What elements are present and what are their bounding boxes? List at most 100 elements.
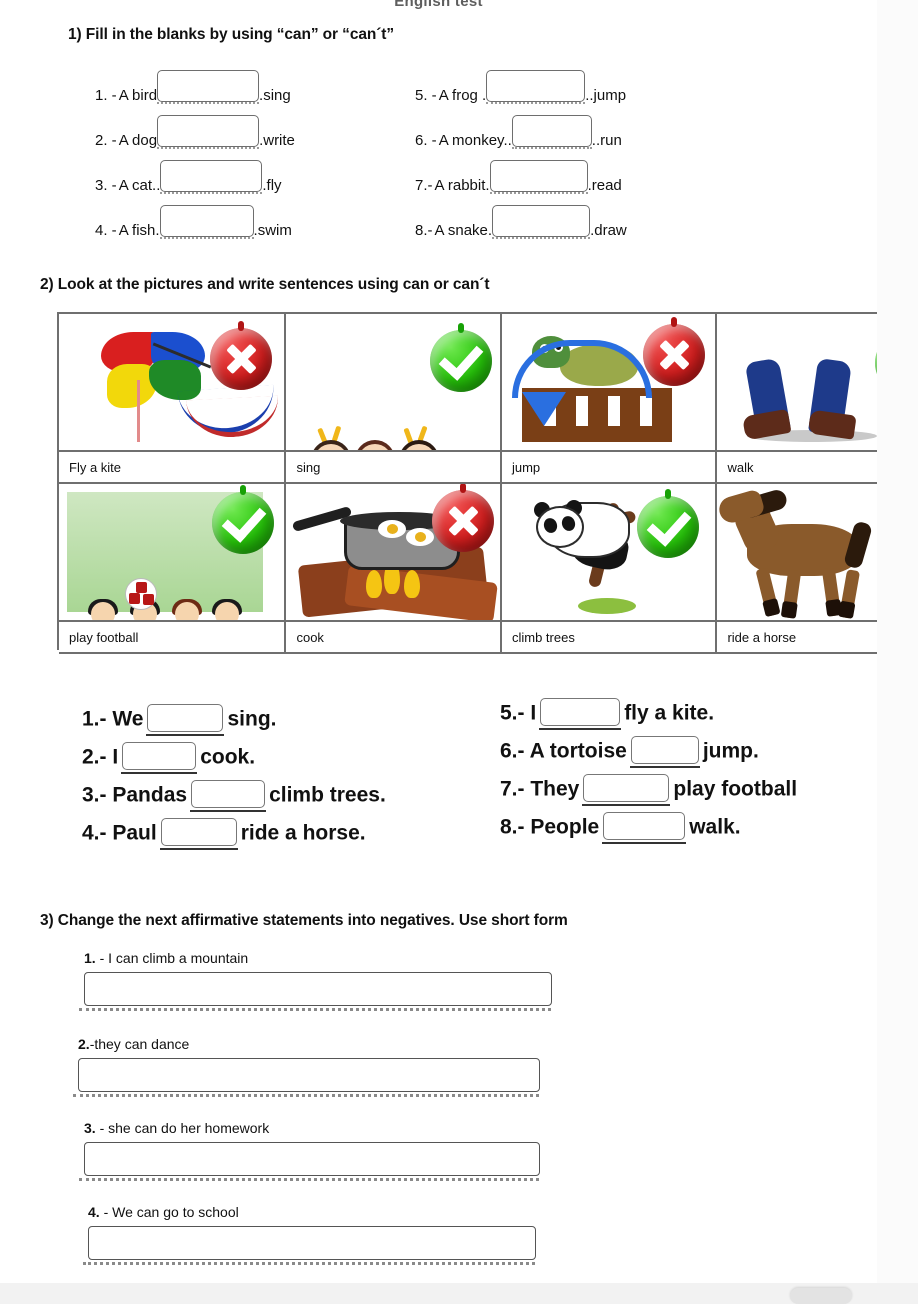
blank-answer-field[interactable] [157,70,260,104]
green-check-icon [429,323,492,392]
dotted-underline [159,237,254,239]
brown-horse-illustration [717,484,877,620]
bottom-strip [0,1283,918,1296]
sentence-answer-box[interactable] [146,704,225,736]
sentence-answer-box[interactable] [121,742,198,774]
rewrite-answer-input[interactable] [83,1226,536,1265]
grid-label-jump: jump [501,452,718,484]
dotted-underline [486,102,586,104]
sentence-item-6: 6.- A tortoise jump. [500,736,759,768]
rewrite-statement-label: 1. - I can climb a mountain [84,950,552,966]
answer-underline [629,766,700,768]
grid-label-climb-trees: climb trees [501,622,718,654]
blank-input-box[interactable] [157,115,260,147]
blank-input-box[interactable] [157,70,260,102]
dotted-underline [489,192,588,194]
sentence-predicate-text: ride a horse. [240,821,366,845]
rewrite-item-4: 4. - We can go to school [83,1204,536,1265]
sentence-item-1: 1.- We sing. [82,704,277,736]
answer-underline [539,728,622,730]
item-number: 4. - [95,222,117,239]
grid-cell-cook [286,484,502,622]
blank-input-box[interactable] [160,160,263,192]
sentence-item-8: 8.- People walk. [500,812,741,844]
item-verb-text: ..run [591,132,622,149]
sentence-subject-text: They [524,777,580,801]
blank-answer-field[interactable] [157,115,260,149]
blank-item-7: 7.- A rabbit. .read [415,160,622,202]
grid-cell-ride-a-horse [717,484,877,622]
grid-picture-row-1 [59,314,877,452]
blank-item-3: 3. - A cat.. .fly [95,160,282,202]
sentence-number: 3.- [82,783,107,807]
blank-input-box[interactable] [159,205,254,237]
blank-input-box[interactable] [486,70,586,102]
picture-grid: Fly a kite sing jump walk play football … [57,312,877,654]
blank-answer-field[interactable] [486,70,586,104]
sentence-subject-text: A tortoise [524,739,627,763]
dotted-underline [511,147,592,149]
sentence-subject-text: We [106,707,144,731]
blank-answer-field[interactable] [489,160,588,194]
rewrite-answer-input[interactable] [79,1142,540,1181]
sentence-answer-box[interactable] [539,698,622,730]
rewrite-statement-text: - she can do her homework [95,1120,270,1136]
item-verb-text: .fly [262,177,282,194]
sentence-answer-box[interactable] [582,774,671,806]
dotted-underline [73,1094,539,1097]
football-shape [125,578,157,610]
item-number: 5. - [415,87,437,104]
sentence-predicate-text: sing. [227,707,277,731]
blank-input-box[interactable] [492,205,591,237]
dotted-underline [79,1008,551,1011]
item-subject-text: A rabbit. [434,177,490,194]
item-subject-text: A snake. [434,222,493,239]
blank-item-1: 1. - A bird .sing [95,70,291,112]
grid-cell-walk [717,314,877,452]
sentence-answer-box[interactable] [602,812,687,844]
section-3-heading: 3) Change the next affirmative statement… [40,912,568,929]
item-verb-text: .draw [590,222,627,239]
answer-underline [190,810,267,812]
rewrite-item-1: 1. - I can climb a mountain [79,950,552,1011]
tortoise-jumping-fence-illustration [502,314,716,450]
item-subject-text: A frog . [438,87,487,104]
bottom-control-pill[interactable] [790,1288,852,1304]
blank-answer-field[interactable] [160,160,263,194]
item-verb-text: ..jump [585,87,627,104]
blank-answer-field[interactable] [511,115,592,149]
blank-answer-field[interactable] [492,205,591,239]
grid-cell-fly-a-kite [59,314,287,452]
section-2-heading: 2) Look at the pictures and write senten… [40,276,490,293]
blank-item-4: 4. - A fish. .swim [95,205,292,247]
grid-label-row-2: play football cook climb trees ride a ho… [59,622,877,654]
blank-item-6: 6. - A monkey.. ..run [415,115,622,157]
item-verb-text: .write [259,132,295,149]
grid-cell-climb-trees [501,484,718,622]
grid-label-fly-a-kite: Fly a kite [59,452,287,484]
sentence-answer-box[interactable] [159,818,238,850]
frying-pan-campfire-illustration [286,484,500,620]
sentence-answer-box[interactable] [629,736,700,768]
item-number: 8.- [415,222,433,239]
rewrite-number: 1. [84,950,96,966]
sentence-answer-box[interactable] [190,780,267,812]
rewrite-answer-input[interactable] [79,972,552,1011]
sentence-predicate-text: play football [673,777,798,801]
sentence-item-7: 7.- They play football [500,774,798,806]
rewrite-answer-input[interactable] [73,1058,540,1097]
blank-answer-field[interactable] [159,205,254,239]
sentence-subject-text: Paul [106,821,157,845]
rewrite-statement-label: 4. - We can go to school [88,1204,536,1220]
green-check-icon [212,485,275,554]
rewrite-number: 3. [84,1120,96,1136]
dotted-underline [160,192,263,194]
document-title: English test [394,0,483,10]
sentence-predicate-text: cook. [200,745,256,769]
sentence-number: 6.- [500,739,525,763]
dotted-underline [157,147,260,149]
item-number: 2. - [95,132,117,149]
blank-input-box[interactable] [489,160,588,192]
sentence-predicate-text: jump. [702,739,759,763]
blank-input-box[interactable] [511,115,592,147]
